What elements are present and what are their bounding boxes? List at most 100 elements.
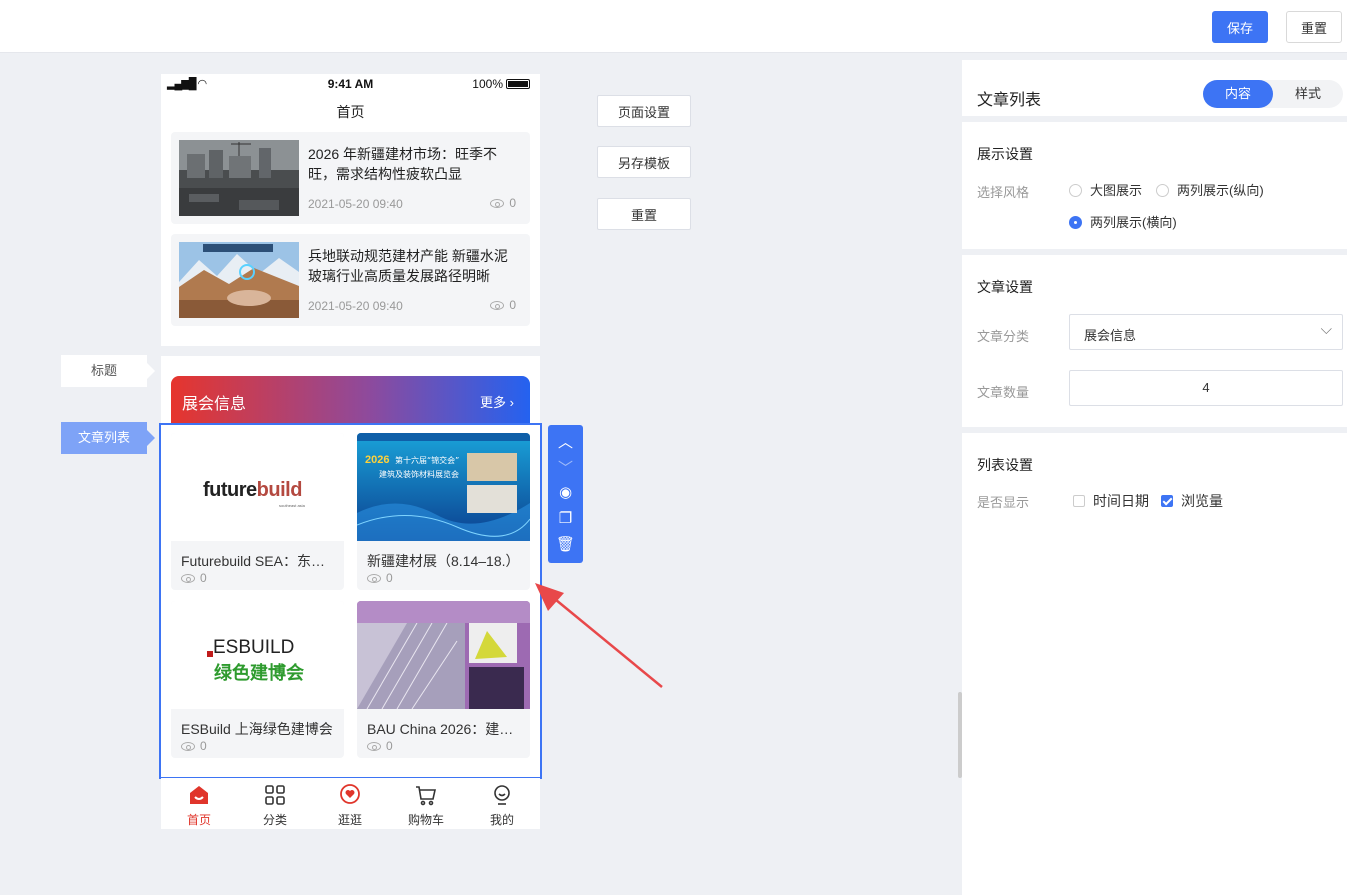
- page-settings-button[interactable]: 页面设置: [597, 95, 691, 127]
- section-heading: 展示设置: [977, 146, 1033, 162]
- radio-checked-icon: [1069, 216, 1082, 229]
- battery-icon: [506, 79, 530, 89]
- radio-large-image[interactable]: 大图展示: [1069, 180, 1142, 199]
- tab-home[interactable]: 首页: [169, 783, 229, 828]
- display-settings: 展示设置 选择风格 大图展示 两列展示(纵向) 两列展示(横向): [962, 116, 1347, 249]
- section-banner: 展会信息 更多 ›: [171, 376, 530, 424]
- move-up-icon[interactable]: ︿: [548, 431, 583, 452]
- count-input[interactable]: 4: [1069, 370, 1343, 406]
- views-count: 0: [509, 298, 516, 312]
- views-count: 0: [386, 739, 393, 753]
- save-button[interactable]: 保存: [1212, 11, 1268, 43]
- component-label-article-list[interactable]: 文章列表: [61, 422, 155, 454]
- move-down-icon[interactable]: ﹀: [548, 457, 583, 478]
- eye-icon: [490, 199, 505, 208]
- battery-indicator: 100%: [472, 77, 530, 91]
- radio-label: 大图展示: [1090, 183, 1143, 198]
- article-date: 2021-05-20 09:40: [308, 299, 403, 313]
- reset-button[interactable]: 重置: [1286, 11, 1342, 43]
- svg-text:2026: 2026: [365, 454, 389, 466]
- article-settings: 文章设置 文章分类 展会信息 ⌵ 文章数量 4: [962, 249, 1347, 427]
- eye-toggle-icon[interactable]: ◉: [548, 483, 583, 501]
- article-date: 2021-05-20 09:40: [308, 197, 403, 211]
- article-item[interactable]: 2026 年新疆建材市场：旺季不旺，需求结构性疲软凸显 2021-05-20 0…: [171, 132, 530, 224]
- tab-content[interactable]: 内容: [1203, 80, 1273, 108]
- radio-icon: [1069, 184, 1082, 197]
- views-count: 0: [386, 571, 393, 585]
- article-card[interactable]: BAU China 2026：建筑展 0: [357, 601, 530, 758]
- checkbox-label: 时间日期: [1093, 493, 1149, 509]
- card-title: ESBuild 上海绿色建博会: [181, 721, 333, 737]
- eye-icon: [181, 574, 195, 583]
- article-thumbnail: [179, 242, 299, 318]
- card-title: BAU China 2026：建筑展: [367, 721, 522, 737]
- esbuild-logo-sub: 绿色建博会: [214, 663, 304, 684]
- list-settings: 列表设置 是否显示 时间日期 浏览量: [962, 427, 1347, 895]
- checkbox-date[interactable]: 时间日期: [1073, 491, 1149, 511]
- settings-panel: 文章列表 内容 样式 展示设置 选择风格 大图展示 两列展示(纵向) 两列展示(…: [962, 54, 1347, 895]
- chevron-down-icon: ⌵: [1320, 321, 1332, 338]
- article-views: 0: [490, 196, 516, 210]
- section-title: 展会信息: [182, 396, 247, 413]
- bottom-tab-bar: 首页 分类 逛逛 购物车 我的: [161, 778, 540, 829]
- tab-mine[interactable]: 我的: [472, 783, 532, 828]
- futurebuild-logo-accent: [257, 481, 307, 498]
- exhibition-section: 展会信息 更多 › futurebuild southeast asia Fut…: [159, 356, 542, 829]
- futurebuild-logo-sub: southeast asia: [279, 503, 305, 508]
- eye-icon: [367, 574, 381, 583]
- reset-canvas-button[interactable]: 重置: [597, 198, 691, 230]
- article-card[interactable]: futurebuild southeast asia Futurebuild S…: [171, 433, 344, 590]
- tab-browse[interactable]: 逛逛: [320, 783, 380, 828]
- tab-style[interactable]: 样式: [1273, 80, 1343, 108]
- esbuild-logo-dot: [207, 651, 213, 657]
- card-views: 0: [367, 571, 393, 585]
- annotation-arrow: [535, 583, 663, 688]
- tab-label: 首页: [186, 813, 211, 827]
- article-thumbnail: [179, 140, 299, 216]
- eye-icon: [367, 742, 381, 751]
- phone-preview: ▂▄▆█ ◠ 9:41 AM 100% 首页 2026 年新疆建材市场：旺季不旺…: [161, 74, 540, 346]
- save-template-button[interactable]: 另存模板: [597, 146, 691, 178]
- radio-two-col-horizontal[interactable]: 两列展示(横向): [1069, 212, 1177, 231]
- tab-label: 我的: [489, 813, 514, 827]
- article-card[interactable]: ESBUILD 绿色建博会 ESBuild 上海绿色建博会 0: [171, 601, 344, 758]
- category-select[interactable]: 展会信息 ⌵: [1069, 314, 1343, 350]
- card-title: Futurebuild SEA：东南亚建筑展: [181, 553, 336, 569]
- input-value: 4: [1202, 380, 1210, 395]
- tab-label: 购物车: [407, 813, 444, 827]
- views-count: 0: [200, 571, 207, 585]
- checkbox-icon: [1073, 495, 1085, 507]
- tab-label: 分类: [262, 813, 287, 827]
- panel-title: 文章列表: [977, 92, 1042, 109]
- section-heading: 文章设置: [977, 279, 1033, 295]
- heart-bubble-icon: [338, 783, 362, 807]
- card-image: ESBUILD 绿色建博会: [171, 601, 344, 709]
- eye-icon: [181, 742, 195, 751]
- trash-icon[interactable]: 🗑: [548, 535, 583, 553]
- more-label: 更多: [480, 395, 507, 410]
- tab-cart[interactable]: 购物车: [396, 783, 456, 828]
- radio-label: 两列展示(横向): [1090, 215, 1177, 230]
- checkbox-views[interactable]: 浏览量: [1161, 491, 1223, 511]
- views-count: 0: [200, 739, 207, 753]
- card-title: 新疆建材展（8.14–18.）: [367, 553, 520, 569]
- tab-category[interactable]: 分类: [245, 783, 305, 828]
- component-label-title[interactable]: 标题: [61, 355, 155, 387]
- views-count: 0: [509, 196, 516, 210]
- card-image: 2026 第十六届“锦交会” 建筑及装饰材料展览会: [357, 433, 530, 541]
- card-views: 0: [367, 739, 393, 753]
- field-label: 文章分类: [977, 329, 1030, 344]
- field-label: 选择风格: [977, 185, 1030, 200]
- article-item[interactable]: 兵地联动规范建材产能 新疆水泥玻璃行业高质量发展路径明晰 2021-05-20 …: [171, 234, 530, 326]
- field-label: 文章数量: [977, 385, 1030, 400]
- copy-icon[interactable]: ❐: [548, 509, 583, 527]
- radio-two-col-vertical[interactable]: 两列展示(纵向): [1156, 180, 1264, 199]
- article-views: 0: [490, 298, 516, 312]
- status-bar: ▂▄▆█ ◠ 9:41 AM 100%: [161, 74, 540, 94]
- more-link[interactable]: 更多 ›: [480, 392, 514, 411]
- article-card[interactable]: 2026 第十六届“锦交会” 建筑及装饰材料展览会 新疆建材展（8.14–18.…: [357, 433, 530, 590]
- panel-header: 文章列表 内容 样式: [962, 54, 1347, 122]
- cart-icon: [414, 783, 438, 807]
- card-image: futurebuild southeast asia: [171, 433, 344, 541]
- select-value: 展会信息: [1084, 328, 1137, 343]
